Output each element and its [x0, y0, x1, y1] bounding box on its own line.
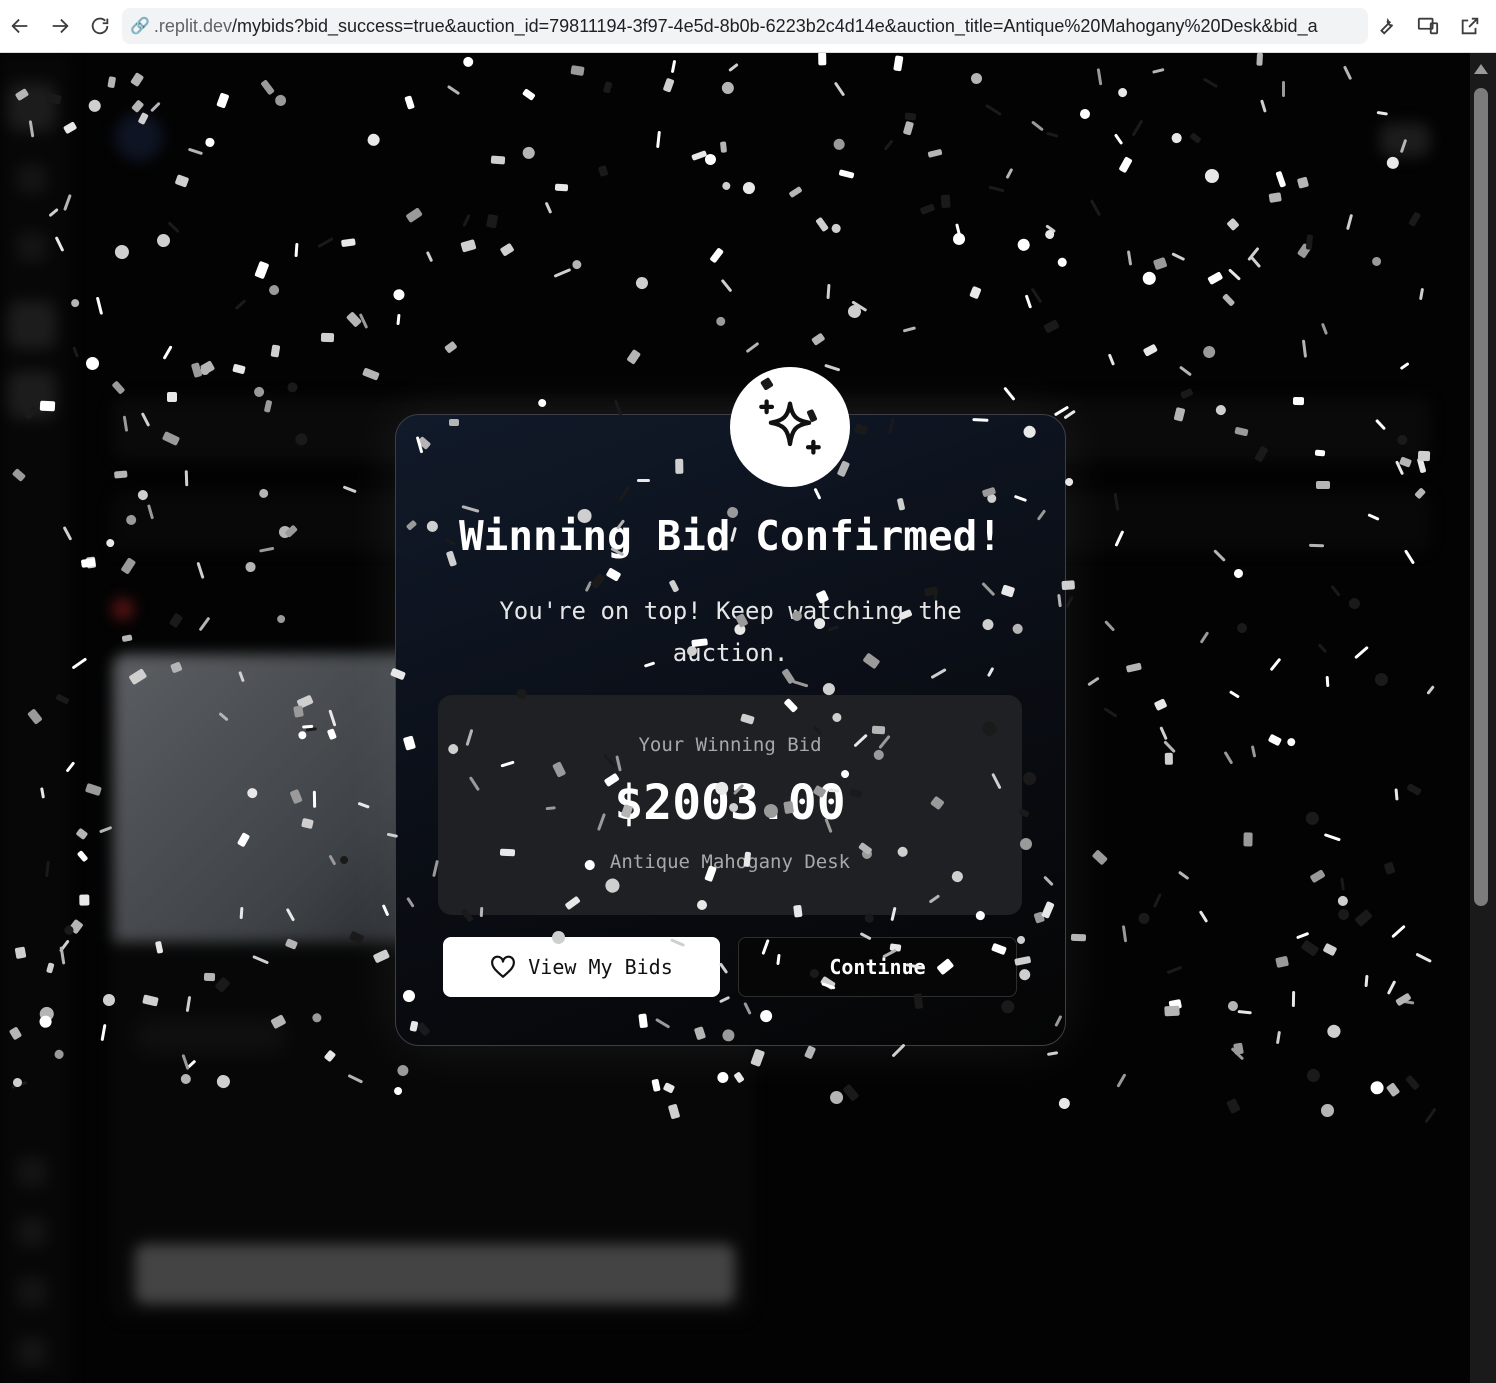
devices-icon[interactable] [1410, 8, 1446, 44]
view-my-bids-button[interactable]: View My Bids [443, 937, 720, 997]
view-my-bids-label: View My Bids [528, 955, 673, 979]
heart-icon [491, 955, 516, 978]
url-path: /mybids?bid_success=true&auction_id=7981… [231, 15, 1318, 36]
sparkles-icon [759, 399, 821, 455]
open-external-icon[interactable] [1452, 8, 1488, 44]
reload-icon[interactable] [80, 6, 120, 46]
continue-label: Continue [829, 955, 926, 979]
forward-arrow-icon[interactable] [40, 6, 80, 46]
winning-bid-label: Your Winning Bid [638, 734, 822, 756]
modal-subtitle: You're on top! Keep watching the auction… [499, 597, 962, 667]
scroll-up-icon[interactable] [1474, 64, 1488, 74]
badge-circle [730, 367, 850, 487]
browser-toolbar: 🔗 .replit.dev /mybids?bid_success=true&a… [0, 0, 1496, 53]
scroll-thumb[interactable] [1474, 88, 1488, 906]
link-icon: 🔗 [130, 18, 150, 35]
address-bar[interactable]: 🔗 .replit.dev /mybids?bid_success=true&a… [122, 8, 1368, 44]
back-arrow-icon[interactable] [0, 6, 40, 46]
winning-bid-amount: $2003.00 [614, 775, 846, 831]
url-host: .replit.dev [153, 15, 232, 36]
auction-title: Antique Mahogany Desk [609, 851, 851, 873]
modal-title: Winning Bid Confirmed! [458, 512, 1003, 560]
wrench-icon[interactable] [1368, 8, 1404, 44]
continue-button[interactable]: Continue [738, 937, 1017, 997]
